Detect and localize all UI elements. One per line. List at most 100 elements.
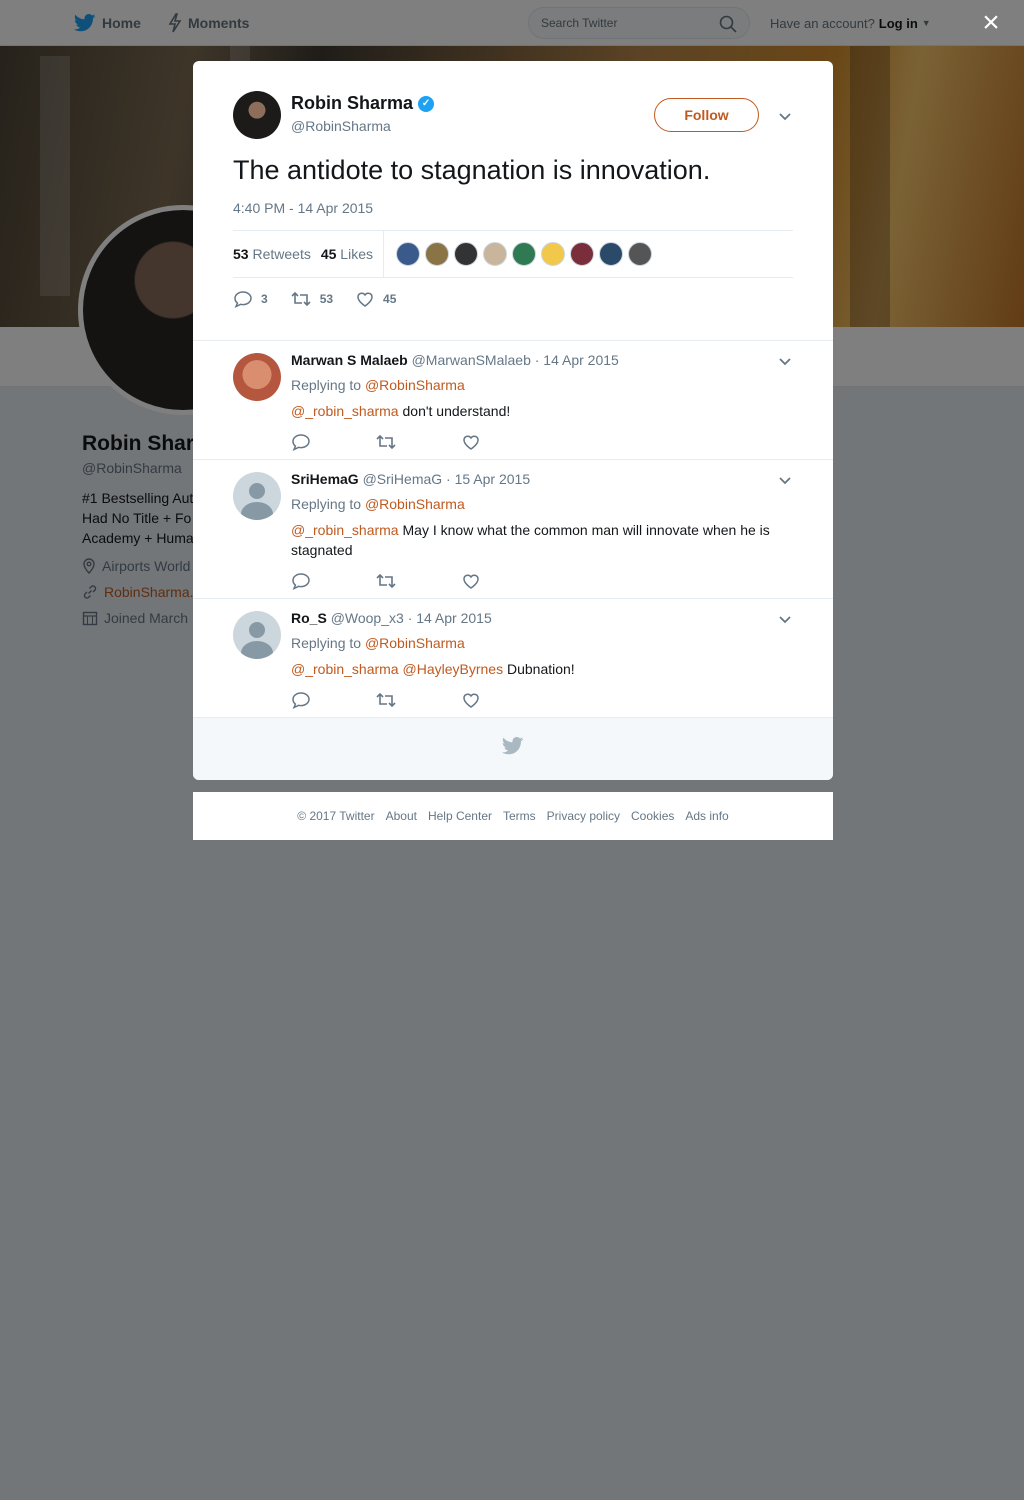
reply-mention[interactable]: @_robin_sharma bbox=[291, 661, 399, 677]
reply-actions bbox=[291, 572, 481, 590]
footer-ads-link[interactable]: Ads info bbox=[685, 809, 728, 823]
retweet-action[interactable]: 53 bbox=[290, 290, 333, 308]
reply-mention[interactable]: @HayleyByrnes bbox=[403, 661, 504, 677]
reply-text: @_robin_sharma don't understand! bbox=[291, 401, 791, 421]
liker-avatar[interactable] bbox=[540, 242, 565, 266]
liker-avatar[interactable] bbox=[395, 242, 420, 266]
footer-copyright: © 2017 Twitter bbox=[297, 809, 375, 823]
reply-body: don't understand! bbox=[402, 403, 511, 419]
tweet-actions: 3 53 45 bbox=[233, 290, 396, 308]
retweet-icon[interactable] bbox=[375, 433, 397, 451]
reply-author-handle[interactable]: @SriHemaG bbox=[363, 471, 443, 487]
liker-avatar[interactable] bbox=[511, 242, 536, 266]
retweets-stat[interactable]: 53 Retweets bbox=[233, 246, 311, 262]
retweet-icon[interactable] bbox=[375, 572, 397, 590]
like-count: 45 bbox=[383, 292, 397, 306]
close-button[interactable]: × bbox=[976, 8, 1006, 38]
liker-avatar[interactable] bbox=[598, 242, 623, 266]
likes-count: 45 bbox=[320, 246, 337, 262]
replying-to-mention[interactable]: @RobinSharma bbox=[365, 377, 465, 393]
tweet-modal: Robin Sharma ✓ @RobinSharma Follow The a… bbox=[193, 61, 833, 780]
modal-footer bbox=[193, 717, 833, 780]
replying-to: Replying to @RobinSharma bbox=[291, 635, 465, 651]
reply-tweet[interactable]: Ro_S @Woop_x3 · 14 Apr 2015 Replying to … bbox=[193, 598, 833, 717]
footer-about-link[interactable]: About bbox=[386, 809, 417, 823]
reply-icon[interactable] bbox=[291, 572, 311, 590]
replying-prefix: Replying to bbox=[291, 496, 362, 512]
likes-stat[interactable]: 45 Likes bbox=[321, 246, 373, 262]
replying-to-mention[interactable]: @RobinSharma bbox=[365, 635, 465, 651]
reply-actions bbox=[291, 691, 481, 709]
tweet-stats: 53 Retweets 45 Likes bbox=[233, 230, 793, 278]
reply-date[interactable]: · 14 Apr 2015 bbox=[408, 610, 492, 626]
verified-badge-icon: ✓ bbox=[418, 95, 435, 112]
reply-author-handle[interactable]: @Woop_x3 bbox=[331, 610, 404, 626]
permalink-tweet: Robin Sharma ✓ @RobinSharma Follow The a… bbox=[193, 61, 833, 340]
chevron-down-icon[interactable] bbox=[777, 472, 793, 488]
liker-avatar[interactable] bbox=[569, 242, 594, 266]
reply-date[interactable]: · 14 Apr 2015 bbox=[535, 352, 619, 368]
author-name: Robin Sharma bbox=[291, 93, 414, 113]
chevron-down-icon[interactable] bbox=[777, 611, 793, 627]
retweet-count: 53 bbox=[319, 292, 334, 306]
chevron-down-icon[interactable] bbox=[777, 108, 793, 124]
footer-privacy-link[interactable]: Privacy policy bbox=[547, 809, 620, 823]
heart-icon[interactable] bbox=[461, 572, 481, 590]
reply-avatar[interactable] bbox=[233, 472, 281, 520]
follow-button[interactable]: Follow bbox=[654, 98, 759, 132]
reply-header: Ro_S @Woop_x3 · 14 Apr 2015 bbox=[291, 610, 492, 626]
replying-prefix: Replying to bbox=[291, 377, 362, 393]
retweets-label: Retweets bbox=[252, 246, 311, 262]
footer-help-link[interactable]: Help Center bbox=[428, 809, 492, 823]
chevron-down-icon[interactable] bbox=[777, 353, 793, 369]
reply-icon bbox=[234, 291, 252, 308]
likes-label: Likes bbox=[340, 246, 373, 262]
stats-divider bbox=[382, 231, 384, 277]
reply-action[interactable]: 3 bbox=[233, 290, 268, 308]
reply-header: SriHemaG @SriHemaG · 15 Apr 2015 bbox=[291, 471, 530, 487]
reply-actions bbox=[291, 433, 481, 451]
reply-mention[interactable]: @_robin_sharma bbox=[291, 522, 399, 538]
liker-avatar[interactable] bbox=[627, 242, 652, 266]
reply-tweet[interactable]: Marwan S Malaeb @MarwanSMalaeb · 14 Apr … bbox=[193, 340, 833, 459]
reply-text: @_robin_sharma May I know what the commo… bbox=[291, 520, 791, 560]
reply-count: 3 bbox=[261, 292, 268, 306]
reply-tweet[interactable]: SriHemaG @SriHemaG · 15 Apr 2015 Replyin… bbox=[193, 459, 833, 598]
reply-avatar[interactable] bbox=[233, 611, 281, 659]
author-name-row[interactable]: Robin Sharma ✓ bbox=[291, 93, 435, 114]
reply-icon[interactable] bbox=[291, 691, 311, 709]
reply-author-name[interactable]: SriHemaG bbox=[291, 471, 359, 487]
footer-terms-link[interactable]: Terms bbox=[503, 809, 536, 823]
liker-avatar[interactable] bbox=[482, 242, 507, 266]
twitter-bird-icon bbox=[502, 737, 524, 755]
replying-to-mention[interactable]: @RobinSharma bbox=[365, 496, 465, 512]
reply-author-name[interactable]: Marwan S Malaeb bbox=[291, 352, 408, 368]
liker-avatar[interactable] bbox=[453, 242, 478, 266]
like-action[interactable]: 45 bbox=[355, 290, 396, 308]
retweet-icon bbox=[291, 291, 311, 307]
heart-icon bbox=[357, 292, 373, 307]
heart-icon[interactable] bbox=[461, 433, 481, 451]
liker-avatar[interactable] bbox=[424, 242, 449, 266]
reply-date[interactable]: · 15 Apr 2015 bbox=[446, 471, 530, 487]
replying-prefix: Replying to bbox=[291, 635, 362, 651]
reply-body: Dubnation! bbox=[506, 661, 575, 677]
reply-header: Marwan S Malaeb @MarwanSMalaeb · 14 Apr … bbox=[291, 352, 619, 368]
retweets-count: 53 bbox=[233, 246, 249, 262]
author-handle[interactable]: @RobinSharma bbox=[291, 118, 391, 134]
reply-author-name[interactable]: Ro_S bbox=[291, 610, 327, 626]
likers-avatars bbox=[394, 242, 652, 266]
author-avatar[interactable] bbox=[233, 91, 281, 139]
site-footer: © 2017 Twitter About Help Center Terms P… bbox=[193, 792, 833, 840]
reply-author-handle[interactable]: @MarwanSMalaeb bbox=[412, 352, 531, 368]
reply-avatar[interactable] bbox=[233, 353, 281, 401]
tweet-timestamp[interactable]: 4:40 PM - 14 Apr 2015 bbox=[233, 200, 373, 216]
retweet-icon[interactable] bbox=[375, 691, 397, 709]
footer-cookies-link[interactable]: Cookies bbox=[631, 809, 674, 823]
replying-to: Replying to @RobinSharma bbox=[291, 496, 465, 512]
reply-mention[interactable]: @_robin_sharma bbox=[291, 403, 399, 419]
heart-icon[interactable] bbox=[461, 691, 481, 709]
tweet-text: The antidote to stagnation is innovation… bbox=[233, 155, 711, 185]
reply-text: @_robin_sharma @HayleyByrnes Dubnation! bbox=[291, 659, 791, 679]
reply-icon[interactable] bbox=[291, 433, 311, 451]
